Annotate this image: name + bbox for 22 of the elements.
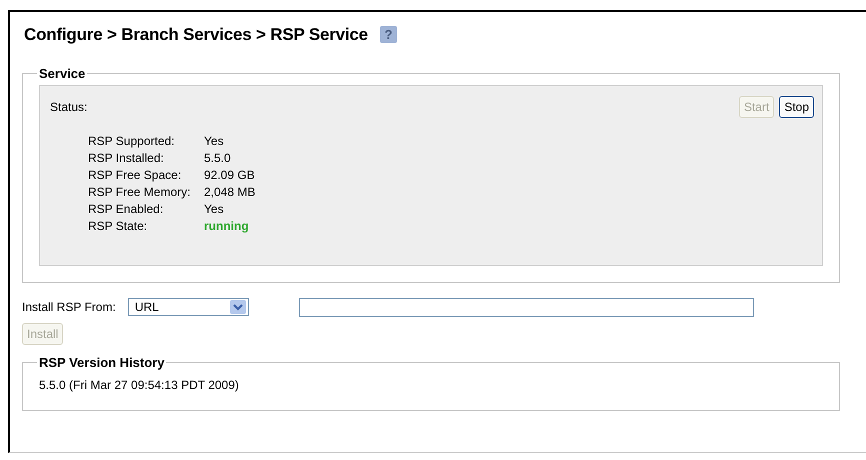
panel-legend: Service: [37, 66, 88, 81]
service-button[interactable]: Stop: [779, 96, 814, 118]
field-label: RSP State:: [88, 219, 148, 233]
state-value: running: [204, 219, 250, 233]
field-value: Yes: [204, 134, 225, 148]
field-label: RSP Installed:: [88, 151, 165, 165]
url-field[interactable]: [298, 298, 754, 316]
help-button[interactable]: ?: [380, 26, 397, 43]
field-value: 2,048 MB: [204, 185, 256, 199]
field-label: RSP Free Space:: [88, 168, 182, 182]
page-title: Configure > Branch Services > RSP Service: [24, 24, 368, 44]
install-label: Install RSP From:: [22, 300, 116, 314]
field-label: RSP Free Memory:: [88, 185, 192, 199]
history-entry: 5.5.0 (Fri Mar 27 09:54:13 PDT 2009): [39, 378, 240, 392]
source-dropdown[interactable]: URL: [128, 298, 249, 316]
field-label: RSP Enabled:: [88, 202, 164, 216]
field-value: 5.5.0: [204, 151, 232, 165]
field-label: RSP Supported:: [88, 134, 176, 148]
panel-legend: RSP Version History: [37, 355, 166, 370]
field-value: Yes: [204, 202, 225, 216]
status-label: Status:: [50, 100, 88, 114]
field-value: 92.09 GB: [204, 168, 256, 182]
